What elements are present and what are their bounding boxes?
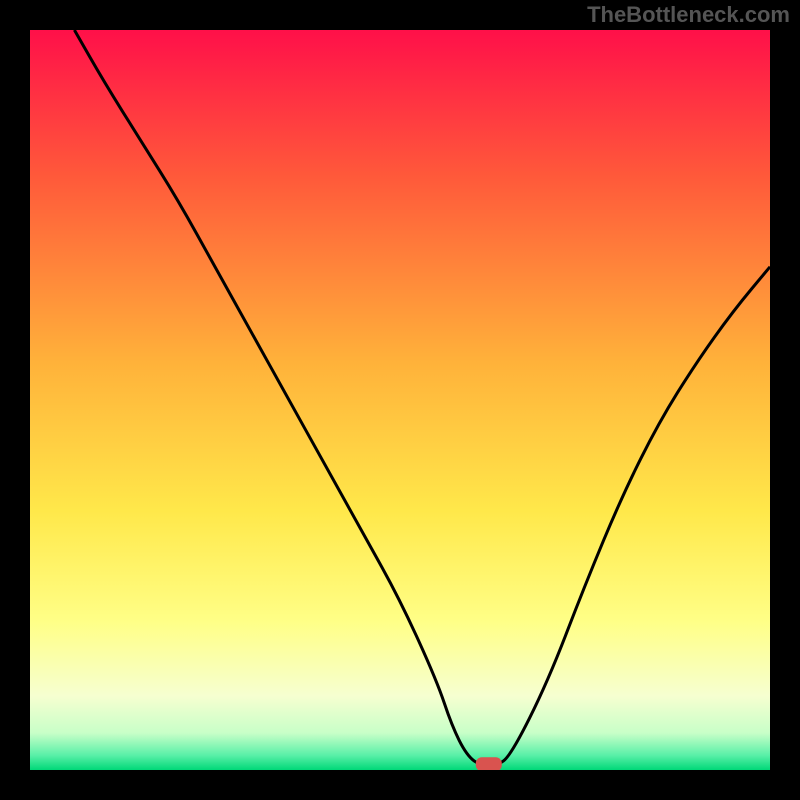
optimal-marker <box>476 757 502 770</box>
chart-svg <box>30 30 770 770</box>
plot-area <box>30 30 770 770</box>
chart-frame: TheBottleneck.com <box>0 0 800 800</box>
watermark-text: TheBottleneck.com <box>587 2 790 28</box>
